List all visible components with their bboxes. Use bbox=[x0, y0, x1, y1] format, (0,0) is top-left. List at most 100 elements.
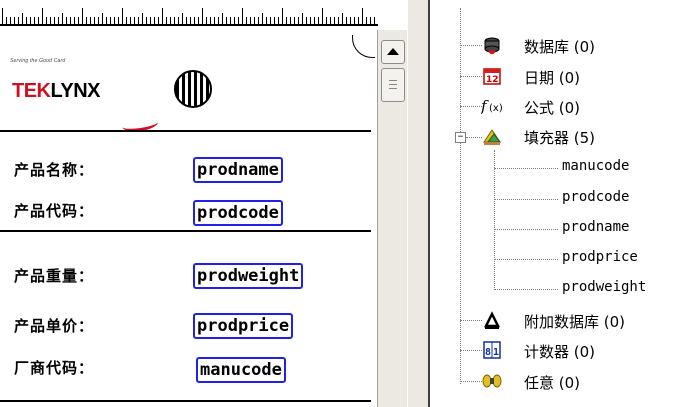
tree-child-prodname[interactable]: prodname bbox=[562, 219, 629, 235]
divider-line bbox=[0, 400, 371, 402]
ruler-tick bbox=[38, 17, 39, 24]
ruler-tick bbox=[46, 17, 47, 24]
logo-brand-prefix: TEK bbox=[12, 80, 51, 102]
svg-text:8: 8 bbox=[485, 347, 491, 358]
ruler-tick bbox=[270, 17, 271, 24]
ruler-tick bbox=[190, 17, 191, 24]
field-manucode[interactable]: manucode bbox=[196, 357, 286, 383]
ruler-tick bbox=[126, 17, 127, 24]
ruler-tick bbox=[294, 17, 295, 24]
tree-item-counter[interactable]: 计数器 (0) bbox=[524, 341, 595, 362]
tree-item-additional-database[interactable]: 附加数据库 (0) bbox=[524, 311, 625, 332]
tree-connector bbox=[494, 199, 558, 200]
ruler-tick bbox=[42, 8, 43, 24]
ruler-tick bbox=[202, 8, 203, 24]
logo-brand-text: TEKLYNX bbox=[12, 80, 101, 103]
ruler-tick bbox=[230, 17, 231, 24]
tree-child-prodcode[interactable]: prodcode bbox=[562, 189, 629, 205]
ruler-tick bbox=[2, 8, 3, 24]
ruler-tick bbox=[82, 8, 83, 24]
ruler-tick bbox=[150, 17, 151, 24]
ruler-tick bbox=[106, 17, 107, 24]
ruler-tick bbox=[146, 17, 147, 24]
tree-item-formula[interactable]: 公式 (0) bbox=[524, 97, 580, 118]
tree-child-prodprice[interactable]: prodprice bbox=[562, 249, 638, 265]
ruler-tick bbox=[326, 17, 327, 24]
ruler-tick bbox=[58, 17, 59, 24]
field-label-product-weight: 产品重量： bbox=[14, 267, 95, 285]
ruler-tick bbox=[74, 17, 75, 24]
ruler-tick bbox=[102, 13, 103, 24]
ruler-tick bbox=[322, 8, 323, 24]
ruler-tick bbox=[34, 17, 35, 24]
ruler-tick bbox=[286, 17, 287, 24]
counter-icon: 81 bbox=[482, 340, 502, 360]
ruler-tick bbox=[186, 17, 187, 24]
tree-connector bbox=[460, 320, 482, 321]
ruler-tick bbox=[90, 17, 91, 24]
ruler-tick bbox=[114, 17, 115, 24]
svg-text:1: 1 bbox=[493, 347, 499, 358]
ruler-tick bbox=[22, 13, 23, 24]
ruler-tick bbox=[194, 17, 195, 24]
free-icon bbox=[482, 371, 502, 391]
tree-item-database[interactable]: 数据库 (0) bbox=[524, 36, 595, 57]
ruler-tick bbox=[358, 17, 359, 24]
ruler-tick bbox=[274, 17, 275, 24]
ruler-tick bbox=[242, 8, 243, 24]
vertical-scrollbar[interactable] bbox=[377, 30, 407, 407]
field-label-product-price: 产品单价： bbox=[14, 317, 95, 335]
tree-child-prodweight[interactable]: prodweight bbox=[562, 279, 646, 295]
ruler-tick bbox=[134, 17, 135, 24]
tree-child-manucode[interactable]: manucode bbox=[562, 158, 629, 174]
tree-connector bbox=[460, 381, 482, 382]
data-sources-tree: 数据库 (0) 12 日期 (0) f (x) 公式 (0) − 填充器 (5) … bbox=[428, 0, 684, 407]
ruler-tick bbox=[310, 17, 311, 24]
field-prodprice[interactable]: prodprice bbox=[193, 313, 294, 339]
collapse-toggle[interactable]: − bbox=[455, 132, 466, 143]
calendar-icon: 12 bbox=[482, 66, 502, 86]
ruler-tick bbox=[226, 17, 227, 24]
pane-splitter[interactable] bbox=[407, 0, 429, 407]
database-icon bbox=[482, 35, 502, 55]
ruler-tick bbox=[50, 17, 51, 24]
tree-item-date[interactable]: 日期 (0) bbox=[524, 67, 580, 88]
ruler-tick bbox=[86, 17, 87, 24]
ruler-tick bbox=[206, 17, 207, 24]
ruler-tick bbox=[182, 13, 183, 24]
ruler-tick bbox=[254, 17, 255, 24]
ruler-tick bbox=[282, 8, 283, 24]
tree-connector bbox=[460, 106, 482, 107]
ruler-tick bbox=[98, 17, 99, 24]
ruler-tick bbox=[306, 17, 307, 24]
tree-item-filler[interactable]: 填充器 (5) bbox=[524, 127, 595, 148]
logo-globe-icon bbox=[174, 70, 212, 108]
scroll-thumb[interactable] bbox=[381, 68, 405, 102]
label-design-canvas[interactable]: Serving the Good Card TEKLYNX 产品名称： prod… bbox=[0, 30, 375, 407]
ruler-tick bbox=[362, 8, 363, 24]
ruler-tick bbox=[70, 17, 71, 24]
divider-line bbox=[0, 130, 371, 132]
ruler-tick bbox=[350, 17, 351, 24]
teklynx-logo[interactable]: Serving the Good Card TEKLYNX bbox=[6, 50, 216, 134]
field-prodcode[interactable]: prodcode bbox=[193, 200, 283, 226]
logo-tagline: Serving the Good Card bbox=[10, 58, 66, 64]
ruler-tick bbox=[154, 17, 155, 24]
ruler-tick bbox=[18, 17, 19, 24]
ruler-tick bbox=[366, 17, 367, 24]
tree-item-free[interactable]: 任意 (0) bbox=[524, 372, 580, 393]
ruler-tick bbox=[94, 17, 95, 24]
field-prodweight[interactable]: prodweight bbox=[193, 263, 304, 289]
ruler-tick bbox=[234, 17, 235, 24]
ruler-tick bbox=[78, 17, 79, 24]
ruler-tick bbox=[30, 17, 31, 24]
scroll-up-button[interactable] bbox=[381, 40, 405, 64]
field-prodname[interactable]: prodname bbox=[193, 157, 283, 183]
ruler-tick bbox=[166, 17, 167, 24]
tree-connector bbox=[494, 229, 558, 230]
tree-connector bbox=[494, 289, 558, 290]
field-label-manufacturer-code: 厂商代码： bbox=[14, 359, 95, 377]
divider-line bbox=[0, 230, 371, 232]
tree-connector bbox=[494, 168, 558, 169]
ruler-tick bbox=[122, 8, 123, 24]
